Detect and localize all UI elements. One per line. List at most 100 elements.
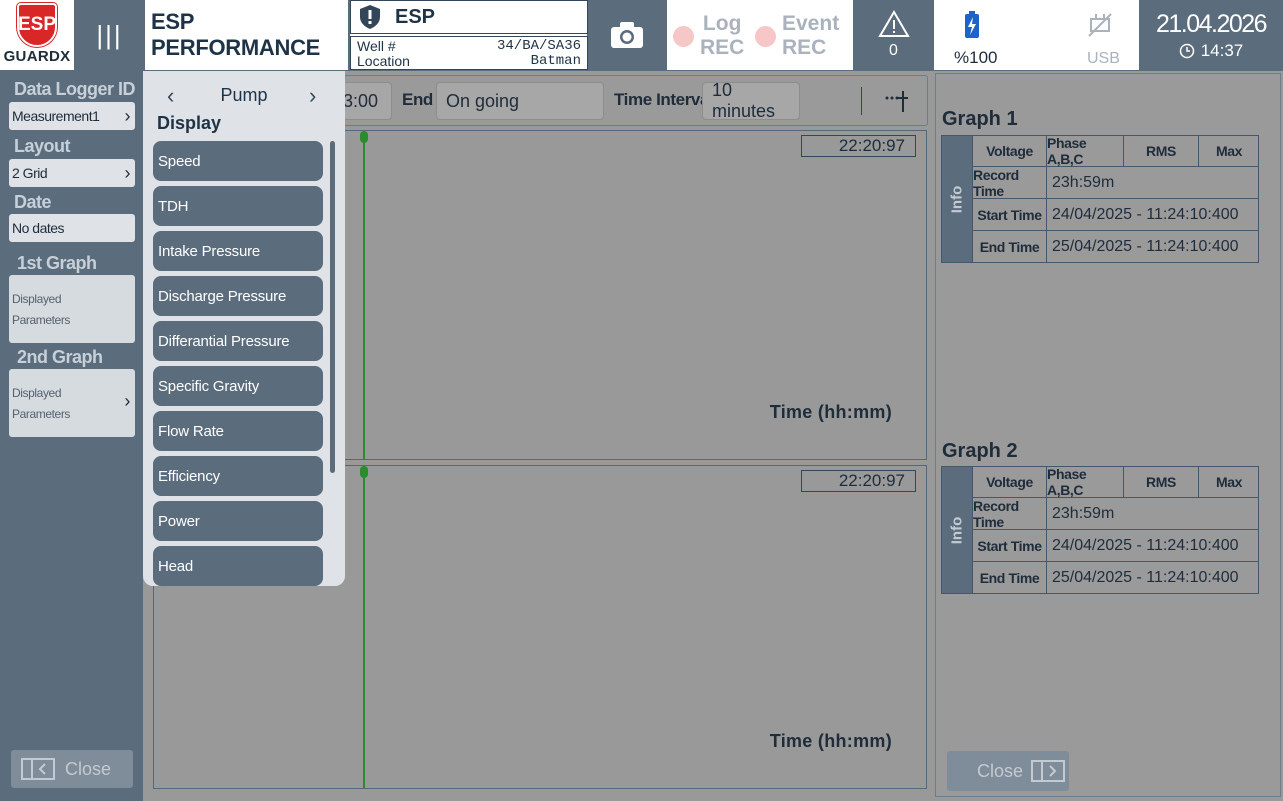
cursor-line [363, 133, 365, 459]
row-label: Start Time [972, 530, 1046, 562]
left-sidebar: Data Logger ID Measurement1 › Layout 2 G… [0, 71, 143, 801]
shield-icon [360, 5, 380, 29]
row-value: 25/04/2025 - 11:24:10:400 [1046, 231, 1259, 262]
chevron-right-icon: › [124, 391, 130, 411]
device-name: ESP [395, 5, 436, 28]
row-label: Start Time [972, 199, 1046, 231]
page-title: ESP PERFORMANCE [145, 0, 348, 70]
date-value: No dates [12, 220, 65, 236]
panel-close-button[interactable]: Close [947, 751, 1069, 791]
well-info-panel: ESP 34/BA/SA36 Well # Batman Location [349, 0, 588, 70]
log-rec-label: Log [702, 12, 742, 35]
event-rec-label: Event [782, 12, 840, 35]
param-item-power[interactable]: Power [153, 501, 323, 541]
param-item-speed[interactable]: Speed [153, 141, 323, 181]
col-max: Max [1198, 467, 1259, 498]
log-rec-sub: REC [700, 36, 745, 59]
screenshot-button[interactable] [588, 0, 665, 70]
row-value: 24/04/2025 - 11:24:10:400 [1046, 530, 1259, 562]
battery-charging-icon [965, 11, 979, 38]
menu-button[interactable]: ||| [74, 0, 145, 70]
layout-select[interactable]: 2 Grid › [9, 159, 135, 187]
toolbar-divider [861, 87, 862, 115]
row-label: End Time [972, 231, 1046, 262]
add-marker-icon[interactable] [884, 88, 910, 114]
app-logo: ESP GUARDX [0, 0, 74, 70]
graph1-info-title: Graph 1 [942, 108, 1018, 130]
warning-count: 0 [889, 42, 898, 59]
x-axis-label: Time (hh:mm) [769, 731, 892, 751]
param-item-efficiency[interactable]: Efficiency [153, 456, 323, 496]
chevron-right-icon: › [124, 162, 131, 183]
device-status-panel: %100 USB [934, 0, 1139, 70]
event-rec-sub: REC [782, 36, 827, 59]
usb-disconnected-icon [1088, 13, 1112, 37]
next-category-button[interactable]: › [309, 83, 316, 109]
end-time-value: On going [446, 90, 520, 111]
row-label: Record Time [972, 167, 1046, 199]
col-voltage: Voltage [972, 136, 1046, 167]
battery-percent: %100 [954, 48, 998, 67]
location-value: Batman [530, 53, 581, 69]
row-value: 23h:59m [1046, 498, 1259, 530]
interval-value: 10 minutes [712, 80, 776, 121]
graph1-params-button[interactable]: Displayed Parameters [9, 275, 135, 343]
clock-icon [1179, 43, 1194, 58]
warnings-button[interactable]: 0 [854, 0, 933, 70]
row-value: 24/04/2025 - 11:24:10:400 [1046, 199, 1259, 231]
graph2-info-title: Graph 2 [942, 440, 1018, 462]
param-item-specific-gravity[interactable]: Specific Gravity [153, 366, 323, 406]
logo-shield-icon: ESP [17, 3, 57, 47]
collapse-left-icon [21, 758, 55, 780]
location-label: Location [357, 53, 410, 69]
graph2-params-button[interactable]: Displayed Parameters › [9, 369, 135, 437]
graph2-label: 2nd Graph [17, 347, 103, 367]
interval-select[interactable]: 10 minutes [702, 80, 800, 121]
graph1-params-line1: Displayed [12, 292, 62, 306]
data-logger-label: Data Logger ID [14, 79, 136, 99]
date-select[interactable]: No dates [9, 214, 135, 242]
camera-icon [610, 22, 643, 48]
row-label: End Time [972, 562, 1046, 593]
chevron-right-icon: › [124, 105, 131, 126]
param-item-flow-rate[interactable]: Flow Rate [153, 411, 323, 451]
param-item-discharge-pressure[interactable]: Discharge Pressure [153, 276, 323, 316]
param-item-intake-pressure[interactable]: Intake Pressure [153, 231, 323, 271]
end-label: End [402, 90, 433, 109]
device-row: ESP [350, 0, 588, 34]
col-rms: RMS [1123, 136, 1198, 167]
time-text: 14:37 [1200, 40, 1244, 60]
param-item-tdh[interactable]: TDH [153, 186, 323, 226]
start-time-value: 3:00 [343, 90, 379, 111]
datetime-display: 21.04.2026 14:37 [1139, 0, 1283, 70]
info-side-label: Info [942, 467, 972, 593]
cursor-time: 22:20:97 [801, 135, 916, 157]
event-rec-button[interactable]: Event REC [755, 12, 839, 60]
right-info-panel: Graph 1 Info Voltage Phase A,B,C RMS Max… [935, 73, 1281, 797]
param-item-head[interactable]: Head [153, 546, 323, 586]
data-logger-value: Measurement1 [12, 108, 100, 124]
dropdown-scrollbar[interactable] [330, 141, 335, 473]
panel-close-label: Close [977, 760, 1024, 781]
info-side-label: Info [942, 136, 972, 262]
recording-status: Log REC Event REC [667, 0, 853, 70]
data-logger-select[interactable]: Measurement1 › [9, 102, 135, 130]
graph2-info-table: Info Voltage Phase A,B,C RMS Max Record … [941, 466, 1259, 594]
well-value: 34/BA/SA36 [496, 38, 581, 54]
col-max: Max [1198, 136, 1259, 167]
row-value: 23h:59m [1046, 167, 1259, 199]
log-rec-button[interactable]: Log REC [673, 12, 744, 60]
event-rec-dot-icon [755, 25, 776, 47]
row-label: Record Time [972, 498, 1046, 530]
col-phase: Phase A,B,C [1046, 135, 1123, 167]
layout-label: Layout [14, 136, 71, 156]
sidebar-close-button[interactable]: Close [11, 750, 133, 788]
end-time-field[interactable]: On going [436, 82, 604, 120]
graph1-params-line2: Parameters [12, 313, 71, 327]
col-voltage: Voltage [972, 467, 1046, 498]
graph1-label: 1st Graph [17, 253, 97, 273]
graph2-params-line2: Parameters [12, 407, 71, 421]
param-item-differential-pressure[interactable]: Differantial Pressure [153, 321, 323, 361]
usb-label: USB [1087, 50, 1120, 67]
interval-label: Time Interval [614, 90, 714, 109]
